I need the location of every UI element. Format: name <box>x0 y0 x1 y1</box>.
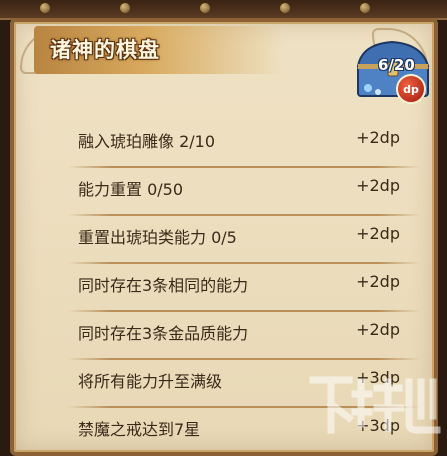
task-row: 重置出琥珀类能力 0/5 +2dp <box>68 216 420 264</box>
task-row: 同时存在3条相同的能力 +2dp <box>68 264 420 312</box>
frame-stud-icon <box>120 3 130 13</box>
task-reward: +2dp <box>356 272 400 291</box>
task-row: 融入琥珀雕像 2/10 +2dp <box>68 120 420 168</box>
task-row: 同时存在3条金品质能力 +2dp <box>68 312 420 360</box>
task-label: 禁魔之戒达到7星 <box>78 420 201 439</box>
top-frame-strip <box>0 0 447 20</box>
chest-progress: 6/20 <box>378 56 415 74</box>
dp-badge: dp <box>396 74 426 104</box>
frame-stud-icon <box>200 3 210 13</box>
task-label: 能力重置 0/50 <box>78 180 184 199</box>
task-label: 同时存在3条相同的能力 <box>78 276 249 295</box>
task-row: 能力重置 0/50 +2dp <box>68 168 420 216</box>
task-reward: +2dp <box>356 176 400 195</box>
frame-stud-icon <box>360 3 370 13</box>
task-reward: +2dp <box>356 320 400 339</box>
task-label: 融入琥珀雕像 2/10 <box>78 132 216 151</box>
task-reward: +2dp <box>356 128 400 147</box>
panel-title: 诸神的棋盘 <box>50 37 160 62</box>
task-label: 将所有能力升至满级 <box>78 372 223 391</box>
frame-stud-icon <box>280 3 290 13</box>
task-reward: +2dp <box>356 224 400 243</box>
task-label: 同时存在3条金品质能力 <box>78 324 249 343</box>
frame-stud-icon <box>40 3 50 13</box>
task-label: 重置出琥珀类能力 0/5 <box>78 228 237 247</box>
watermark-logo-icon <box>309 376 441 434</box>
